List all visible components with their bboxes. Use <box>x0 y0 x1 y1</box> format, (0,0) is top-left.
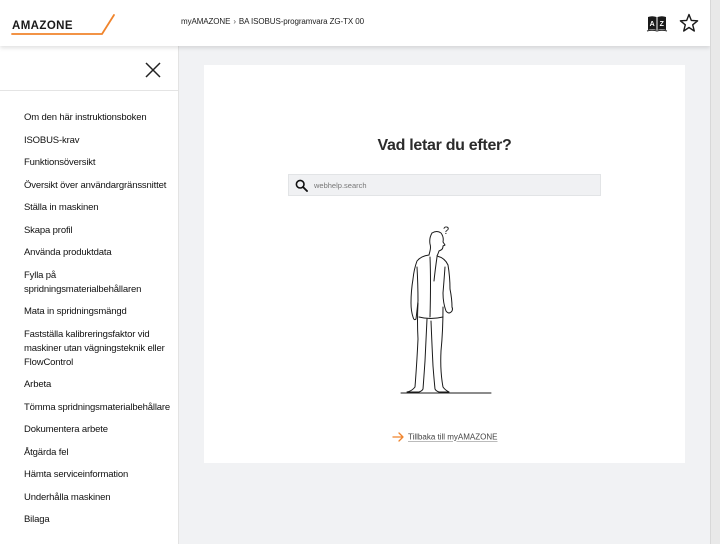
breadcrumb: myAMAZONE › BA ISOBUS-programvara ZG-TX 00 <box>181 17 364 26</box>
close-icon[interactable] <box>143 60 163 80</box>
logo-wordmark: AMAZONE <box>12 20 73 32</box>
sidebar-item-oversikt-anvandargranssnittet[interactable]: Översikt över användargränssnittet <box>0 179 178 193</box>
sidebar-item-anvanda-produktdata[interactable]: Använda produktdata <box>0 246 178 260</box>
favorite-star-icon[interactable] <box>678 12 700 34</box>
thinking-man-illustration: ? <box>397 221 497 397</box>
amazone-logo[interactable]: AMAZONE <box>10 12 118 38</box>
sidebar-item-underhalla-maskinen[interactable]: Underhålla maskinen <box>0 491 178 505</box>
sidebar-item-arbeta[interactable]: Arbeta <box>0 378 178 392</box>
search-card: Vad letar du efter? ? <box>204 65 685 463</box>
page-title: Vad letar du efter? <box>377 137 512 154</box>
svg-text:A: A <box>650 21 655 28</box>
question-mark: ? <box>443 225 449 237</box>
sidebar-item-faststalla-kalibreringsfaktor[interactable]: Fastställa kalibreringsfaktor vid maskin… <box>0 328 178 370</box>
breadcrumb-item-myamazone[interactable]: myAMAZONE <box>181 17 230 26</box>
back-to-myamazone-link[interactable]: Tillbaka till myAMAZONE <box>392 432 498 442</box>
sidebar-item-hamta-serviceinformation[interactable]: Hämta serviceinformation <box>0 468 178 482</box>
search-field[interactable] <box>288 174 601 196</box>
page-scrollbar[interactable] <box>710 0 720 544</box>
amazone-logo-graphic: AMAZONE <box>11 14 115 35</box>
sidebar-item-funktionsoversikt[interactable]: Funktionsöversikt <box>0 156 178 170</box>
sidebar-item-skapa-profil[interactable]: Skapa profil <box>0 224 178 238</box>
sidebar-item-mata-in-spridningsmangd[interactable]: Mata in spridningsmängd <box>0 305 178 319</box>
dictionary-az-icon[interactable]: A Z <box>646 12 668 34</box>
arrow-right-icon <box>392 432 404 442</box>
sidebar: Om den här instruktionsboken ISOBUS-krav… <box>0 46 179 544</box>
breadcrumb-separator: › <box>233 17 236 26</box>
sidebar-item-atgarda-fel[interactable]: Åtgärda fel <box>0 446 178 460</box>
sidebar-item-stalla-in-maskinen[interactable]: Ställa in maskinen <box>0 201 178 215</box>
sidebar-item-om-instruktionsboken[interactable]: Om den här instruktionsboken <box>0 111 178 125</box>
sidebar-item-fylla-pa-behallaren[interactable]: Fylla på spridningsmaterialbehållaren <box>0 269 178 297</box>
sidebar-header <box>0 46 178 91</box>
back-link-label: Tillbaka till myAMAZONE <box>408 432 498 442</box>
top-header: AMAZONE myAMAZONE › BA ISOBUS-programvara … <box>0 0 710 46</box>
sidebar-item-dokumentera-arbete[interactable]: Dokumentera arbete <box>0 423 178 437</box>
sidebar-item-tomma-behallare[interactable]: Tömma spridningsmaterialbehållare <box>0 401 178 415</box>
sidebar-item-bilaga[interactable]: Bilaga <box>0 513 178 527</box>
svg-text:Z: Z <box>660 21 665 28</box>
search-input[interactable] <box>314 175 594 195</box>
sidebar-item-isobus-krav[interactable]: ISOBUS-krav <box>0 134 178 148</box>
breadcrumb-item-current[interactable]: BA ISOBUS-programvara ZG-TX 00 <box>239 17 364 26</box>
sidebar-nav: Om den här instruktionsboken ISOBUS-krav… <box>0 91 178 527</box>
search-icon <box>295 179 308 192</box>
